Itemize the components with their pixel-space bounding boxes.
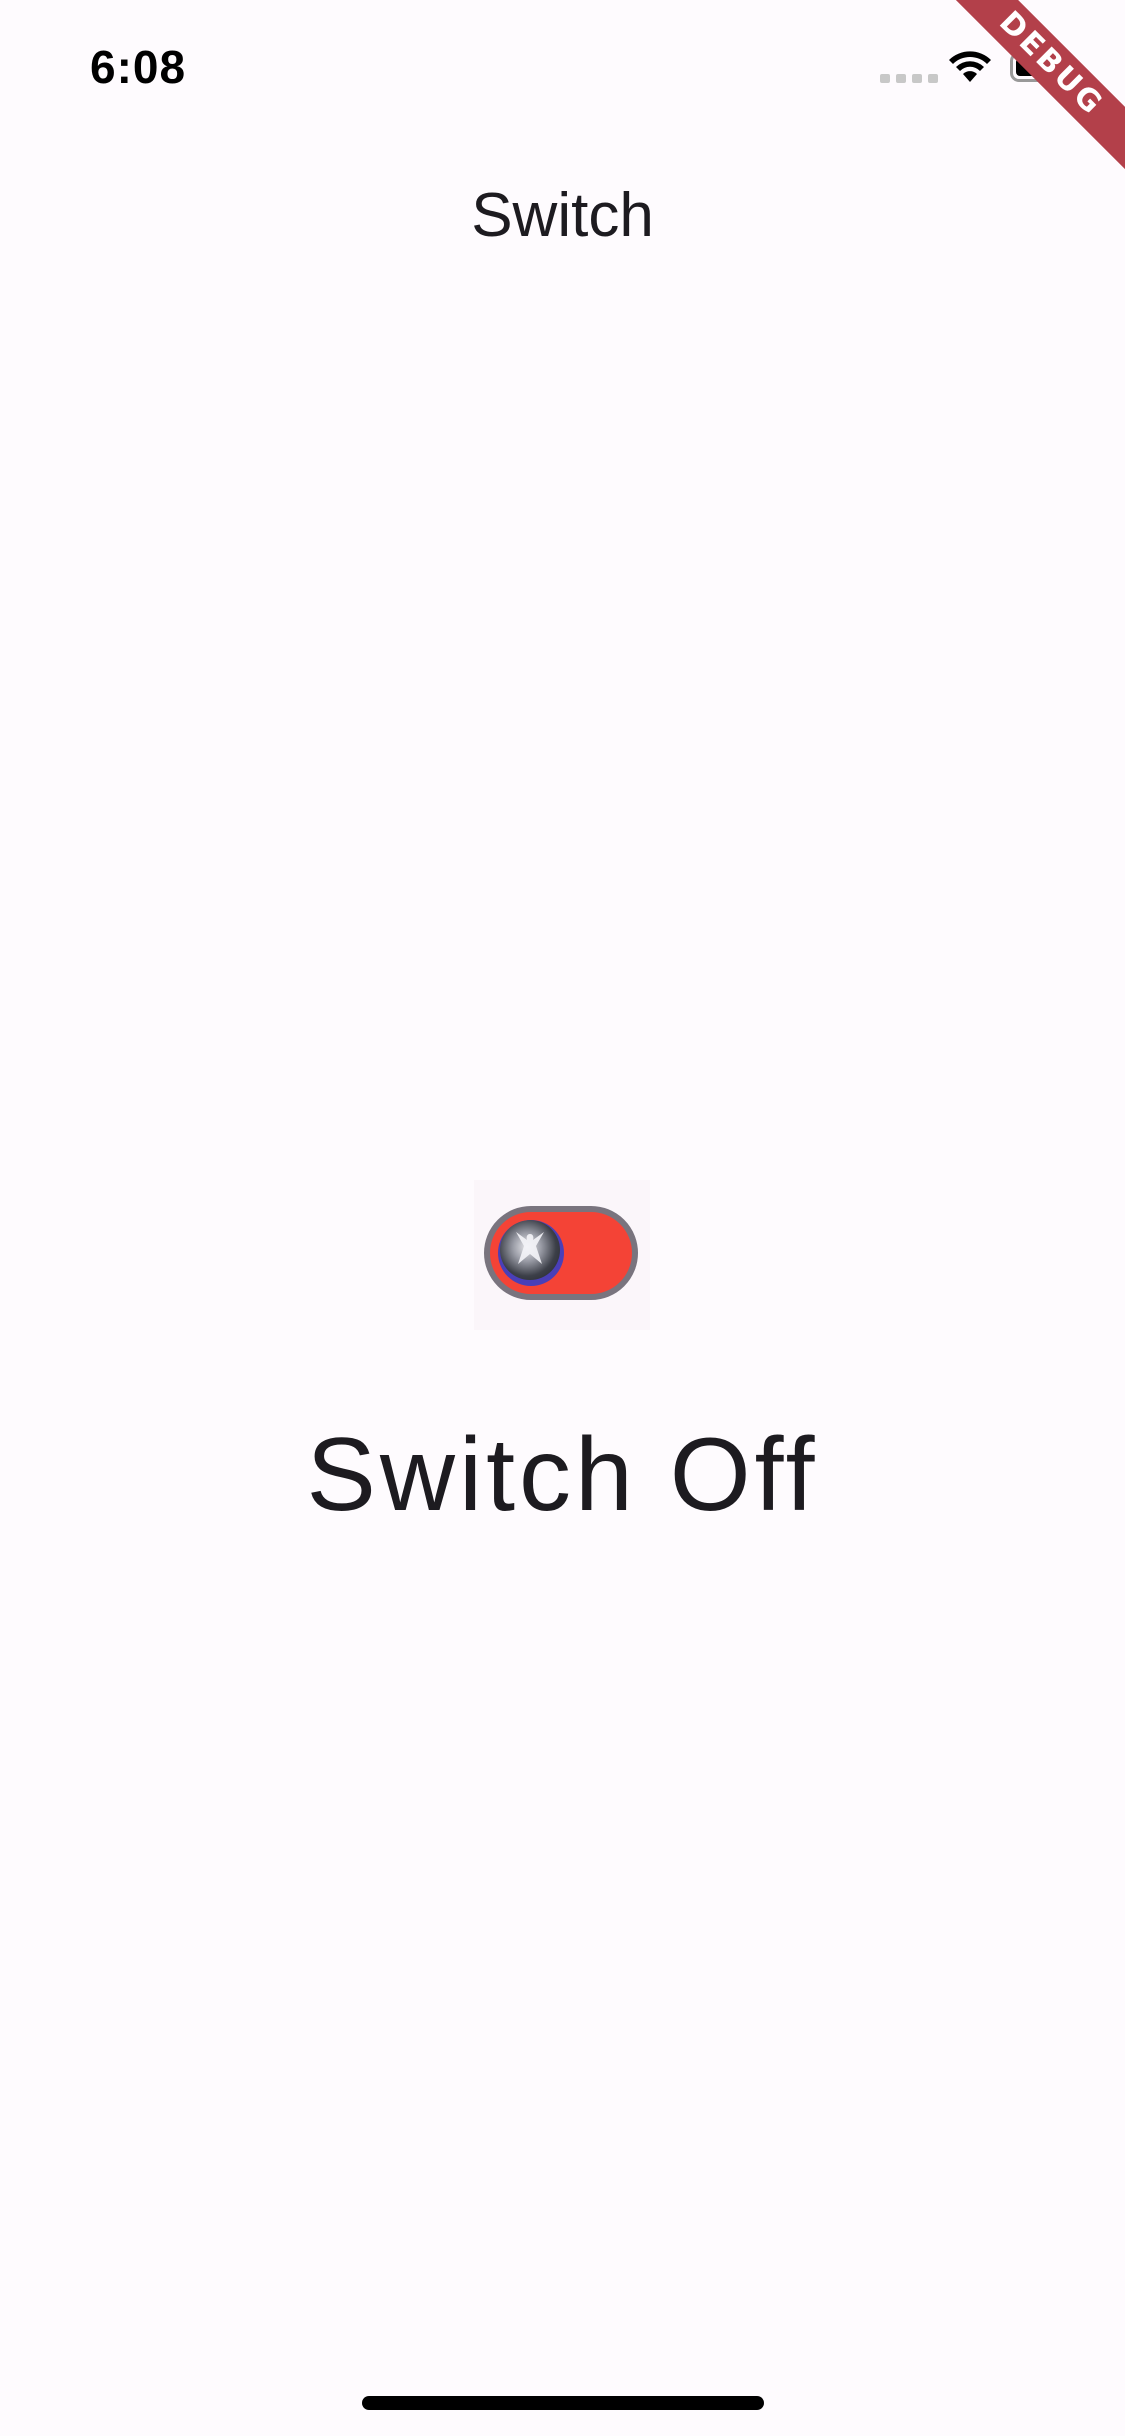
cellular-signal-icon [880, 74, 938, 83]
debug-banner-container: DEBUG [945, 0, 1125, 180]
switch-toggle[interactable] [474, 1180, 650, 1330]
switch-track[interactable] [484, 1206, 638, 1300]
switch-thumb[interactable] [498, 1220, 564, 1286]
home-indicator[interactable] [362, 2396, 764, 2410]
status-time: 6:08 [90, 41, 187, 93]
thumb-image [500, 1220, 560, 1280]
page-title: Switch [471, 181, 654, 250]
switch-status-text: Switch Off [306, 1417, 819, 1533]
debug-banner: DEBUG [945, 0, 1125, 179]
figure-icon [516, 1232, 544, 1264]
